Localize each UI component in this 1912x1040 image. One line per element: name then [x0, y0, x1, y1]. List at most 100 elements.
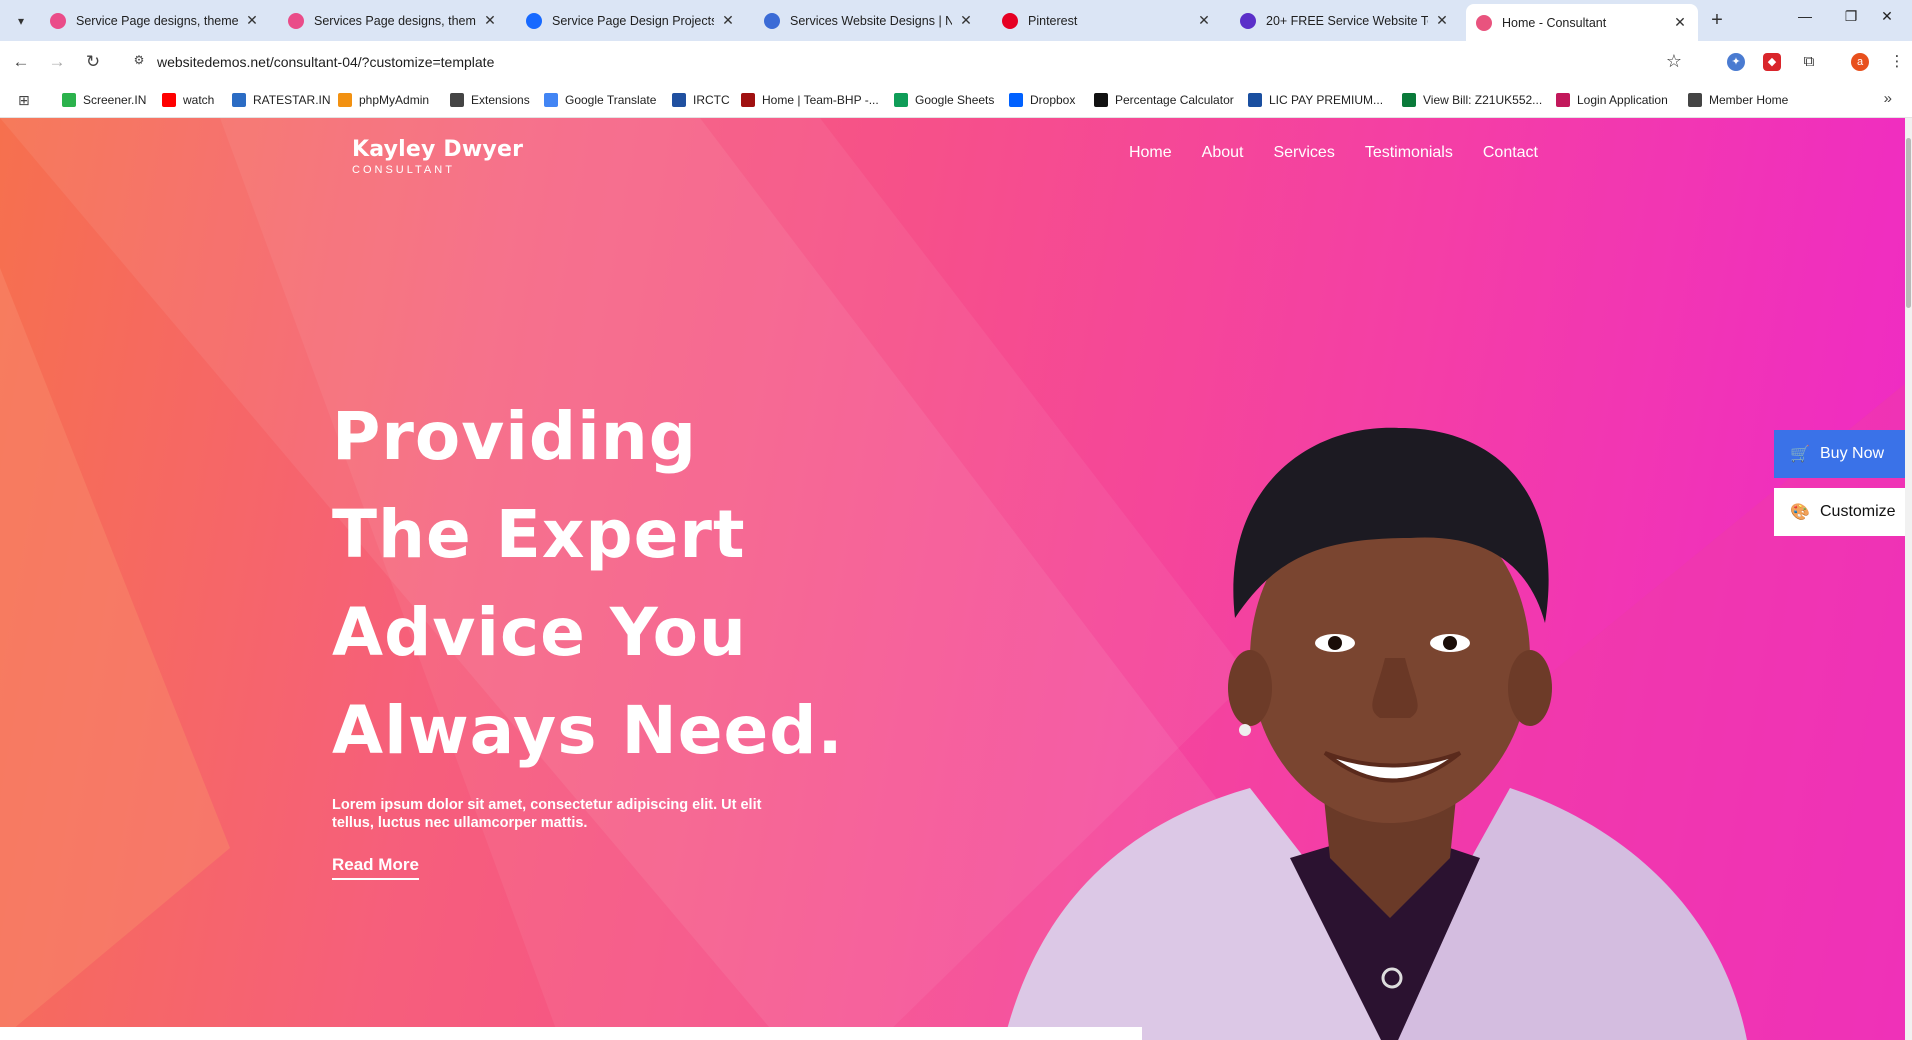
dribbble-icon	[288, 12, 304, 29]
scrollbar-thumb[interactable]	[1906, 138, 1911, 308]
nicepage-icon	[764, 12, 780, 29]
bookmark-item[interactable]: Extensions	[450, 91, 530, 109]
site-logo[interactable]: Kayley Dwyer CONSULTANT	[352, 137, 523, 176]
close-window-icon[interactable]: ✕	[1872, 8, 1902, 25]
astra-icon	[1240, 12, 1256, 29]
website-hero: Kayley Dwyer CONSULTANT Home About Servi…	[0, 118, 1912, 1040]
tab-title: Pinterest	[1028, 13, 1078, 28]
address-bar[interactable]: ⚙ websitedemos.net/consultant-04/?custom…	[124, 46, 1692, 78]
forward-icon[interactable]: →	[46, 51, 68, 73]
consultant-portrait	[1004, 427, 1747, 1040]
site-nav: Home About Services Testimonials Contact	[1129, 144, 1538, 162]
tab-search-icon[interactable]: ▾	[10, 10, 32, 32]
bookmark-favicon-icon	[1402, 93, 1416, 107]
extension-icon[interactable]: ✦	[1727, 53, 1745, 71]
tab-close-icon[interactable]: ✕	[1196, 12, 1212, 29]
portrait-pupil-left	[1328, 636, 1342, 650]
url-text[interactable]: websitedemos.net/consultant-04/?customiz…	[157, 54, 494, 70]
nav-testimonials[interactable]: Testimonials	[1365, 144, 1453, 162]
tab-close-icon[interactable]: ✕	[244, 12, 260, 29]
minimize-icon[interactable]: —	[1790, 8, 1820, 24]
nav-about[interactable]: About	[1202, 144, 1244, 162]
reload-icon[interactable]: ↻	[82, 51, 104, 73]
browser-toolbar: ← → ↻ ⚙ websitedemos.net/consultant-04/?…	[0, 41, 1912, 82]
tab-title: Service Page designs, themes, t	[76, 13, 238, 28]
bookmark-favicon-icon	[741, 93, 755, 107]
tab-5[interactable]: Pinterest ✕	[992, 6, 1222, 35]
bookmark-label: Extensions	[471, 93, 530, 107]
tab-3[interactable]: Service Page Design Projects :: ✕	[516, 6, 746, 35]
bookmark-item[interactable]: Google Sheets	[894, 91, 994, 109]
bg-shape-left	[0, 268, 230, 1040]
bookmark-item[interactable]: watch	[162, 91, 214, 109]
new-tab-button[interactable]: +	[1706, 10, 1728, 30]
bookmark-item[interactable]: phpMyAdmin	[338, 91, 429, 109]
portrait-pupil-right	[1443, 636, 1457, 650]
more-bookmarks-icon[interactable]: »	[1884, 90, 1892, 107]
site-info-icon[interactable]: ⚙	[130, 53, 148, 71]
bookmark-favicon-icon	[1248, 93, 1262, 107]
kd-icon	[1476, 14, 1492, 31]
tab-close-icon[interactable]: ✕	[482, 12, 498, 29]
bookmark-label: Member Home	[1709, 93, 1789, 107]
menu-dots-icon[interactable]: ⋮	[1888, 53, 1906, 71]
tab-4[interactable]: Services Website Designs | Nice ✕	[754, 6, 984, 35]
bookmark-item[interactable]: LIC PAY PREMIUM...	[1248, 91, 1383, 109]
customize-button[interactable]: 🎨 Customize	[1774, 488, 1906, 536]
bookmark-label: Screener.IN	[83, 93, 147, 107]
tab-title: 20+ FREE Service Website Temp	[1266, 13, 1428, 28]
bookmark-star-icon[interactable]: ☆	[1666, 51, 1682, 72]
tab-title: Services Website Designs | Nice	[790, 13, 952, 28]
bookmark-label: LIC PAY PREMIUM...	[1269, 93, 1384, 107]
bookmark-item[interactable]: Dropbox	[1009, 91, 1075, 109]
bookmark-favicon-icon	[894, 93, 908, 107]
dribbble-icon	[50, 12, 66, 29]
bookmark-item[interactable]: Home | Team-BHP -...	[741, 91, 879, 109]
tab-title: Service Page Design Projects ::	[552, 13, 714, 28]
pinterest-icon	[1002, 12, 1018, 29]
tab-close-icon[interactable]: ✕	[1672, 14, 1688, 31]
nav-services[interactable]: Services	[1273, 144, 1334, 162]
next-section-edge	[0, 1027, 1142, 1040]
bookmark-item[interactable]: Screener.IN	[62, 91, 146, 109]
bookmark-item[interactable]: Google Translate	[544, 91, 656, 109]
bookmark-favicon-icon	[1688, 93, 1702, 107]
browser-tabbar: ▾ Service Page designs, themes, t ✕ Servic…	[0, 0, 1912, 41]
bookmark-label: Percentage Calculator	[1115, 93, 1234, 107]
extensions-puzzle-icon[interactable]: ⧉	[1800, 53, 1818, 71]
palette-icon: 🎨	[1790, 504, 1810, 521]
tab-2[interactable]: Services Page designs, themes, ✕	[278, 6, 508, 35]
bookmark-item[interactable]: Percentage Calculator	[1094, 91, 1234, 109]
bookmark-item[interactable]: Login Application	[1556, 91, 1668, 109]
back-icon[interactable]: ←	[10, 51, 32, 73]
bookmark-favicon-icon	[338, 93, 352, 107]
bookmark-label: View Bill: Z21UK552...	[1423, 93, 1543, 107]
tab-6[interactable]: 20+ FREE Service Website Temp ✕	[1230, 6, 1460, 35]
bookmark-item[interactable]: IRCTC	[672, 91, 730, 109]
bookmark-item[interactable]: View Bill: Z21UK552...	[1402, 91, 1542, 109]
tab-1[interactable]: Service Page designs, themes, t ✕	[40, 6, 270, 35]
nav-contact[interactable]: Contact	[1483, 144, 1538, 162]
page-scrollbar[interactable]	[1905, 118, 1912, 1040]
buy-now-button[interactable]: 🛒 Buy Now	[1774, 430, 1906, 478]
hero-title: Providing The Expert Advice You Always N…	[332, 398, 844, 769]
customize-label: Customize	[1820, 503, 1896, 520]
portrait-ear-left	[1228, 650, 1272, 726]
tab-close-icon[interactable]: ✕	[958, 12, 974, 29]
tab-close-icon[interactable]: ✕	[720, 12, 736, 29]
profile-avatar[interactable]: a	[1851, 53, 1869, 71]
tab-7[interactable]: Home - Consultant ✕	[1466, 4, 1698, 41]
bookmark-favicon-icon	[1009, 93, 1023, 107]
bookmark-item[interactable]: RATESTAR.IN	[232, 91, 331, 109]
bookmarks-bar: ⊞ Screener.IN watch RATESTAR.IN phpMyAdmin E…	[0, 82, 1912, 118]
cart-icon: 🛒	[1790, 446, 1810, 463]
bookmark-item[interactable]: Member Home	[1688, 91, 1788, 109]
nav-home[interactable]: Home	[1129, 144, 1172, 162]
read-more-link[interactable]: Read More	[332, 855, 419, 880]
apps-grid-icon[interactable]: ⊞	[18, 92, 34, 108]
bookmark-favicon-icon	[62, 93, 76, 107]
restore-icon[interactable]: ❐	[1836, 8, 1866, 25]
tab-close-icon[interactable]: ✕	[1434, 12, 1450, 29]
adblock-extension-icon[interactable]: ◆	[1763, 53, 1781, 71]
logo-subtitle: CONSULTANT	[352, 164, 455, 176]
